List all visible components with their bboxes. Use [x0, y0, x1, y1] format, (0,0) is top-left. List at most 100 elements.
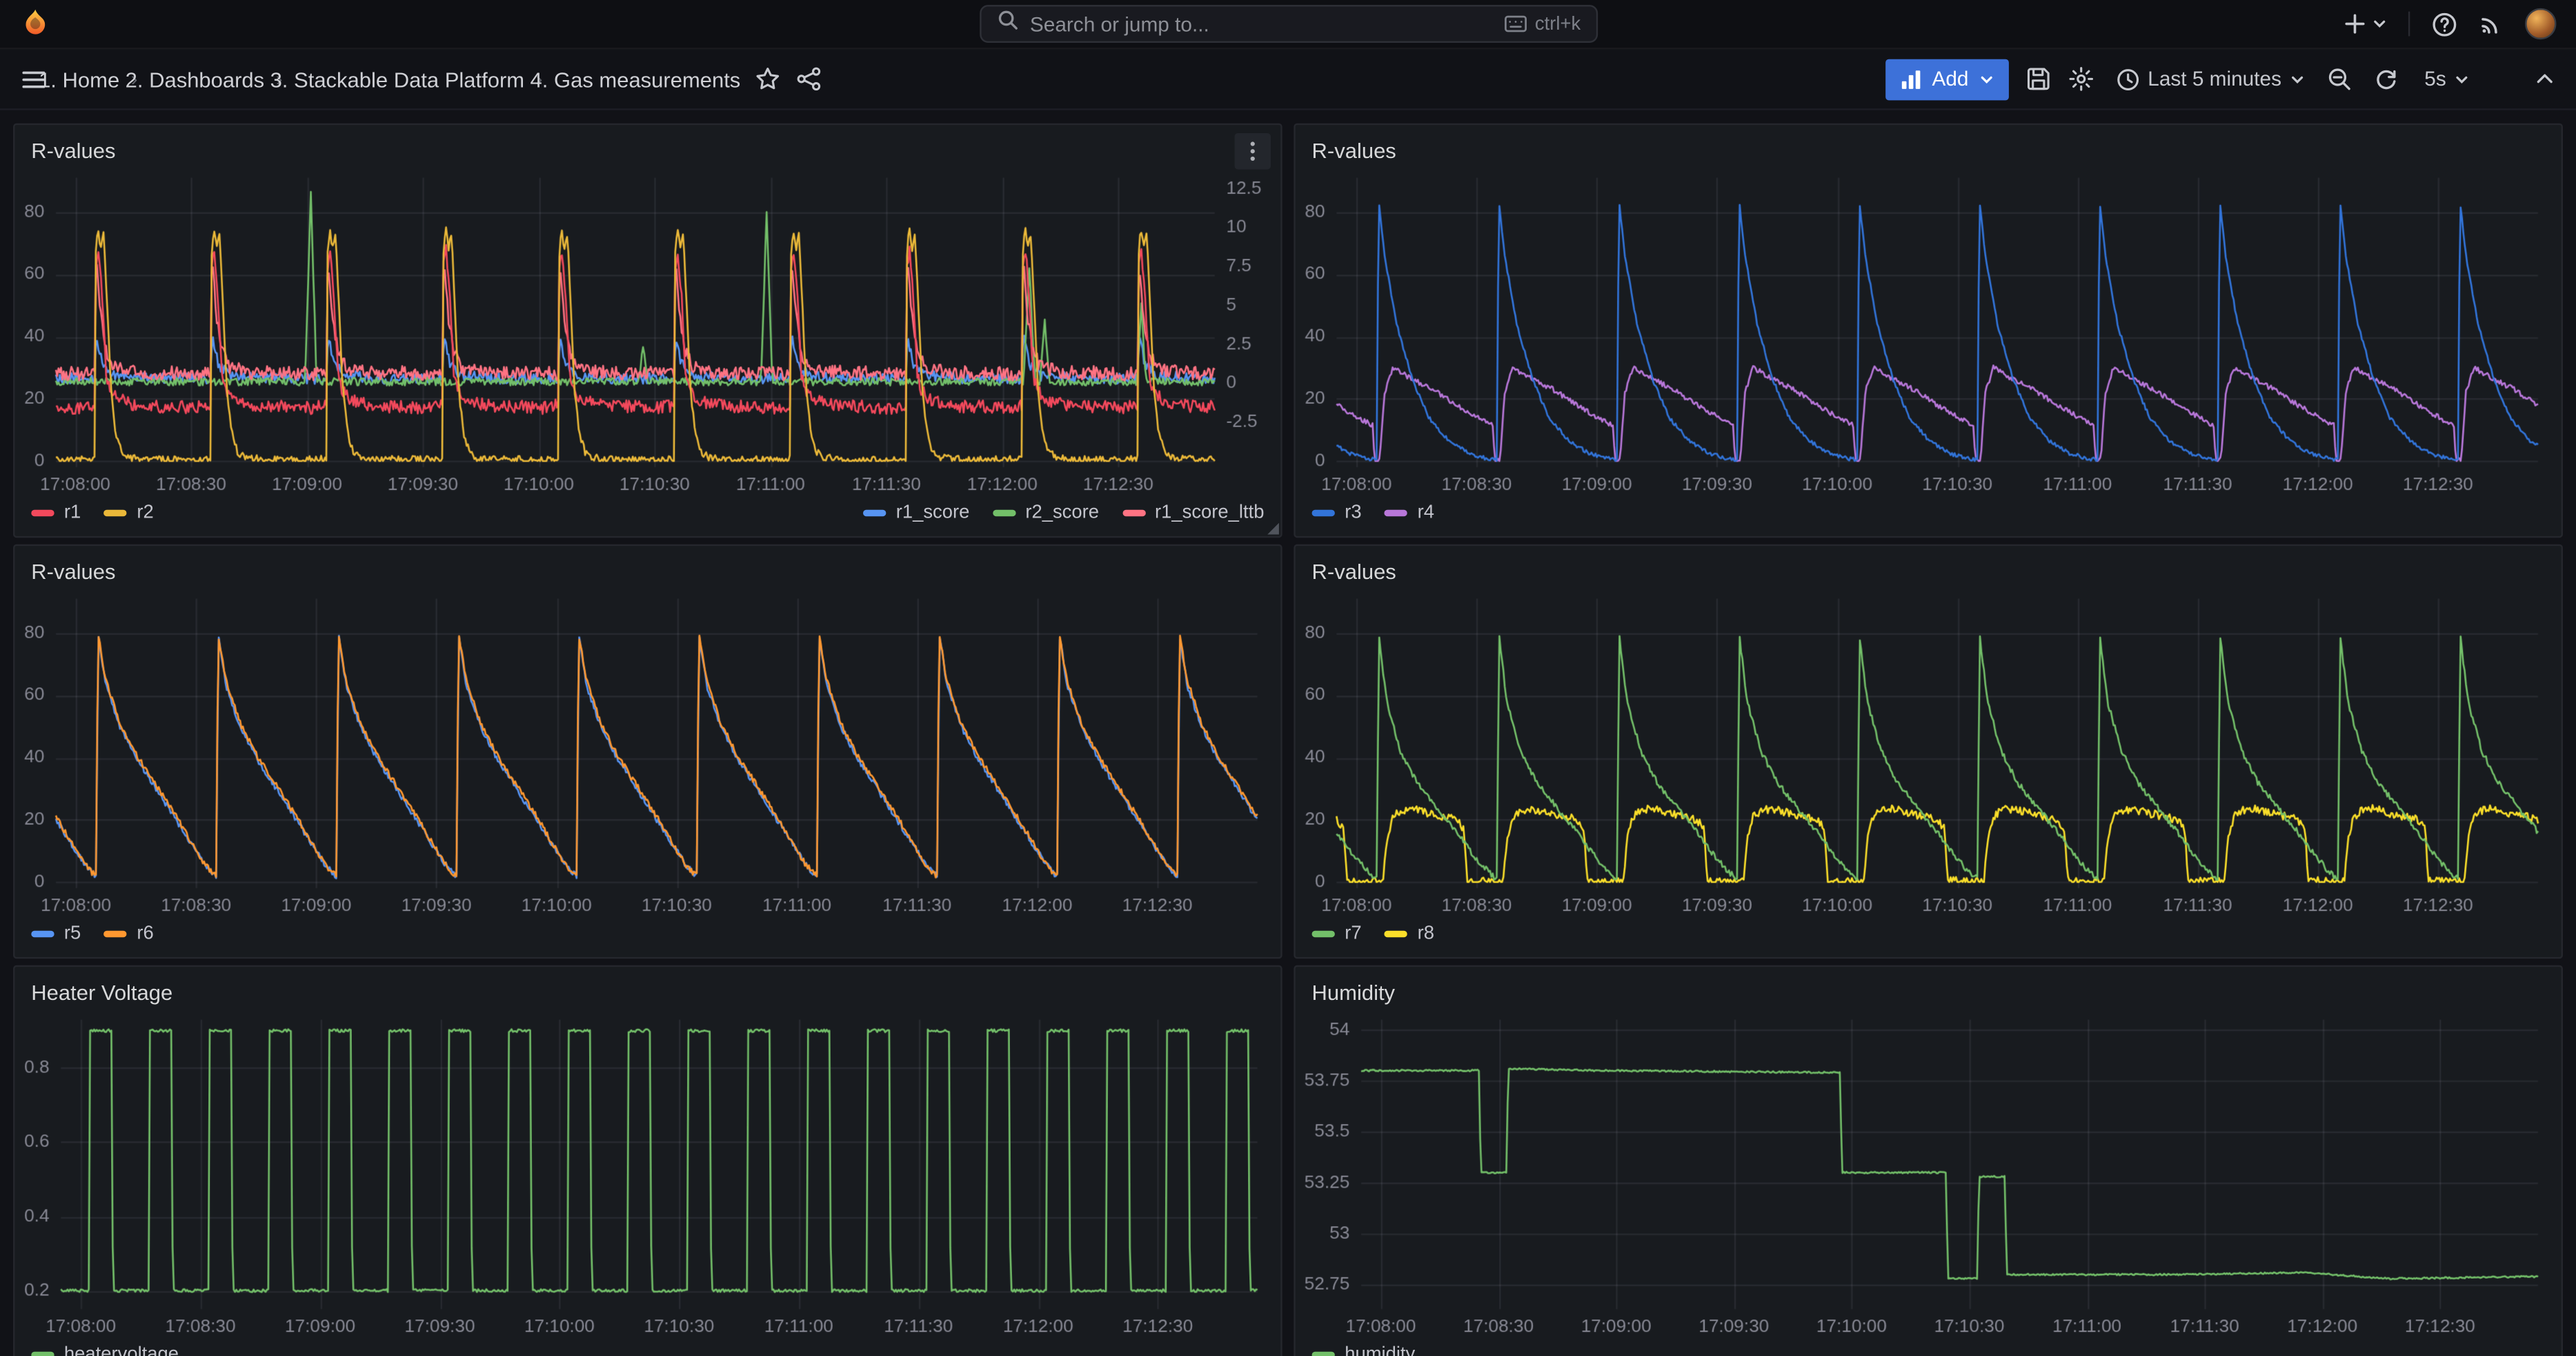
- clock-icon: [2115, 67, 2140, 92]
- graph-bar-icon: [1901, 68, 1922, 90]
- legend-swatch: [1312, 510, 1335, 517]
- time-series-chart[interactable]: [18, 589, 1271, 919]
- kebab-icon: [1241, 140, 1264, 163]
- legend-group: r1_score r2_score r1_score_lttb: [863, 503, 1264, 523]
- panel-title[interactable]: R-values: [1296, 554, 1413, 589]
- zoom-out-icon: [2326, 66, 2352, 92]
- time-range-picker[interactable]: Last 5 minutes: [2110, 63, 2309, 95]
- caret-down-icon: [2290, 72, 2304, 86]
- user-avatar[interactable]: [2525, 8, 2556, 39]
- collapse-toolbar-button[interactable]: [2533, 68, 2556, 90]
- gear-icon: [2067, 66, 2093, 92]
- legend-item-r6[interactable]: r6: [104, 924, 154, 944]
- time-series-chart[interactable]: [18, 168, 1271, 498]
- panel-title[interactable]: R-values: [1296, 133, 1413, 168]
- plus-icon: [2343, 12, 2368, 37]
- legend-item-r1_score_lttb[interactable]: r1_score_lttb: [1122, 503, 1264, 523]
- refresh-button[interactable]: [2368, 63, 2403, 95]
- search-box[interactable]: ctrl+k: [979, 5, 1597, 43]
- chart-area: [1298, 1010, 2551, 1340]
- chart-area: [18, 589, 1271, 919]
- legend-item-r7[interactable]: r7: [1312, 924, 1362, 944]
- rss-icon: [2479, 12, 2504, 37]
- legend-swatch: [1385, 510, 1407, 517]
- breadcrumb-item-0[interactable]: Home: [63, 67, 120, 92]
- panel-humidity: Humidity humidity: [1294, 965, 2563, 1356]
- legend-group: heatervoltage: [31, 1345, 179, 1356]
- legend-item-r3[interactable]: r3: [1312, 503, 1362, 523]
- legend-label: r2: [137, 503, 153, 523]
- legend-item-humidity[interactable]: humidity: [1312, 1345, 1416, 1356]
- panel-title[interactable]: Heater Voltage: [14, 975, 189, 1010]
- legend-group: r5 r6: [31, 924, 153, 944]
- favorite-star-button[interactable]: [755, 66, 782, 92]
- panel-menu-button[interactable]: [1235, 133, 1271, 169]
- panel-r-values-2: R-values r3 r4: [1294, 124, 2563, 538]
- legend-swatch: [863, 510, 886, 517]
- breadcrumb-item-2[interactable]: Stackable Data Platform: [294, 67, 524, 92]
- resize-handle[interactable]: [1267, 523, 1279, 535]
- share-button[interactable]: [796, 66, 822, 92]
- dashboard-settings-button[interactable]: [2067, 66, 2093, 92]
- legend-item-r4[interactable]: r4: [1385, 503, 1434, 523]
- chart-area: [1298, 168, 2551, 498]
- legend-swatch: [31, 931, 54, 938]
- keyboard-icon: [1504, 14, 1527, 32]
- search-input[interactable]: [1030, 12, 1492, 35]
- question-circle-icon: [2431, 10, 2457, 37]
- top-navigation-bar: ctrl+k: [0, 0, 2576, 49]
- legend-label: r8: [1418, 924, 1434, 944]
- time-series-chart[interactable]: [1298, 1010, 2551, 1340]
- panel-legend: r5 r6: [14, 919, 1280, 957]
- refresh-interval-picker[interactable]: 5s: [2419, 64, 2474, 94]
- legend-item-r1_score[interactable]: r1_score: [863, 503, 969, 523]
- legend-group: humidity: [1312, 1345, 1416, 1356]
- search-shortcut: ctrl+k: [1504, 14, 1581, 34]
- legend-item-r5[interactable]: r5: [31, 924, 81, 944]
- dashboard-grid: R-values r1 r2 r1_score r2_score r1_score_ltt…: [0, 110, 2576, 1356]
- breadcrumb-item-1[interactable]: Dashboards: [149, 67, 264, 92]
- legend-swatch: [1122, 510, 1145, 517]
- breadcrumb-item-3: Gas measurements: [554, 67, 740, 92]
- grafana-app: ctrl+k: [0, 0, 2576, 1356]
- legend-group: r7 r8: [1312, 924, 1434, 944]
- legend-item-r8[interactable]: r8: [1385, 924, 1434, 944]
- legend-item-r1[interactable]: r1: [31, 503, 81, 523]
- toolbar-actions: Add: [1886, 59, 2557, 100]
- legend-swatch: [1385, 931, 1407, 938]
- legend-label: r6: [137, 924, 153, 944]
- legend-label: humidity: [1345, 1345, 1415, 1356]
- legend-swatch: [1312, 931, 1335, 938]
- topbar-actions: [2343, 8, 2557, 39]
- panel-title[interactable]: Humidity: [1296, 975, 1411, 1010]
- caret-down-icon: [2372, 17, 2387, 31]
- add-panel-button[interactable]: Add: [1886, 59, 2008, 100]
- legend-item-heatervoltage[interactable]: heatervoltage: [31, 1345, 179, 1356]
- legend-label: r1_score_lttb: [1155, 503, 1264, 523]
- refresh-icon: [2373, 67, 2398, 92]
- chevron-up-icon: [2533, 68, 2556, 90]
- legend-label: r2_score: [1025, 503, 1099, 523]
- legend-item-r2_score[interactable]: r2_score: [993, 503, 1099, 523]
- time-series-chart[interactable]: [1298, 589, 2551, 919]
- refresh-interval-label: 5s: [2424, 68, 2446, 90]
- time-series-chart[interactable]: [1298, 168, 2551, 498]
- dashboard-toolbar: Home›Dashboards›Stackable Data Platform›…: [0, 49, 2576, 110]
- zoom-out-button[interactable]: [2326, 66, 2352, 92]
- grafana-logo[interactable]: [20, 8, 51, 39]
- panel-legend: r7 r8: [1296, 919, 2562, 957]
- legend-swatch: [31, 510, 54, 517]
- new-button[interactable]: [2343, 12, 2387, 37]
- legend-item-r2[interactable]: r2: [104, 503, 154, 523]
- time-series-chart[interactable]: [18, 1010, 1271, 1340]
- save-dashboard-button[interactable]: [2025, 66, 2051, 92]
- panel-title[interactable]: R-values: [14, 554, 132, 589]
- help-button[interactable]: [2431, 10, 2457, 37]
- chart-area: [18, 168, 1271, 498]
- news-rss-button[interactable]: [2479, 12, 2504, 37]
- legend-swatch: [104, 510, 127, 517]
- legend-swatch: [1312, 1352, 1335, 1356]
- legend-label: r7: [1345, 924, 1361, 944]
- panel-title[interactable]: R-values: [14, 133, 132, 168]
- save-icon: [2025, 66, 2051, 92]
